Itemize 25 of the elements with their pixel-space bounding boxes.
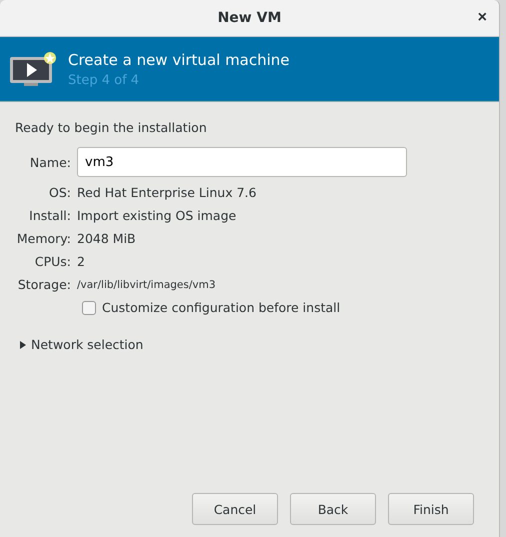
field-label: OS: xyxy=(48,185,71,200)
step-label: Step 4 of 4 xyxy=(68,72,140,88)
intro-text: Ready to begin the installation xyxy=(15,120,208,135)
window-title: New VM xyxy=(218,10,282,26)
field-label: Name: xyxy=(28,154,71,170)
name-field[interactable]: vm3 xyxy=(77,147,407,177)
field-value: 2 xyxy=(77,254,86,269)
monitor-icon xyxy=(10,51,56,87)
field-label: Memory: xyxy=(16,231,71,246)
dialog-button[interactable]: Finish xyxy=(388,493,474,525)
field-label: CPUs: xyxy=(34,254,71,269)
checkbox-label[interactable]: Customize configuration before install xyxy=(102,300,340,315)
caret-icon xyxy=(20,340,26,348)
field-value: /var/lib/libvirt/images/vm3 xyxy=(77,278,217,290)
dialog-button[interactable]: Cancel xyxy=(192,493,278,525)
field-value: Red Hat Enterprise Linux 7.6 xyxy=(77,185,258,200)
checkbox[interactable] xyxy=(82,300,96,314)
close-button[interactable]: × xyxy=(478,9,487,27)
dialog-button[interactable]: Back xyxy=(290,493,376,525)
network-expander[interactable]: Network selection xyxy=(20,337,484,352)
field-value: Import existing OS image xyxy=(77,208,238,223)
header-title: Create a new virtual machine xyxy=(68,50,290,68)
field-label: Install: xyxy=(28,208,71,223)
field-value: 2048 MiB xyxy=(77,231,137,246)
field-label: Storage: xyxy=(16,277,71,292)
